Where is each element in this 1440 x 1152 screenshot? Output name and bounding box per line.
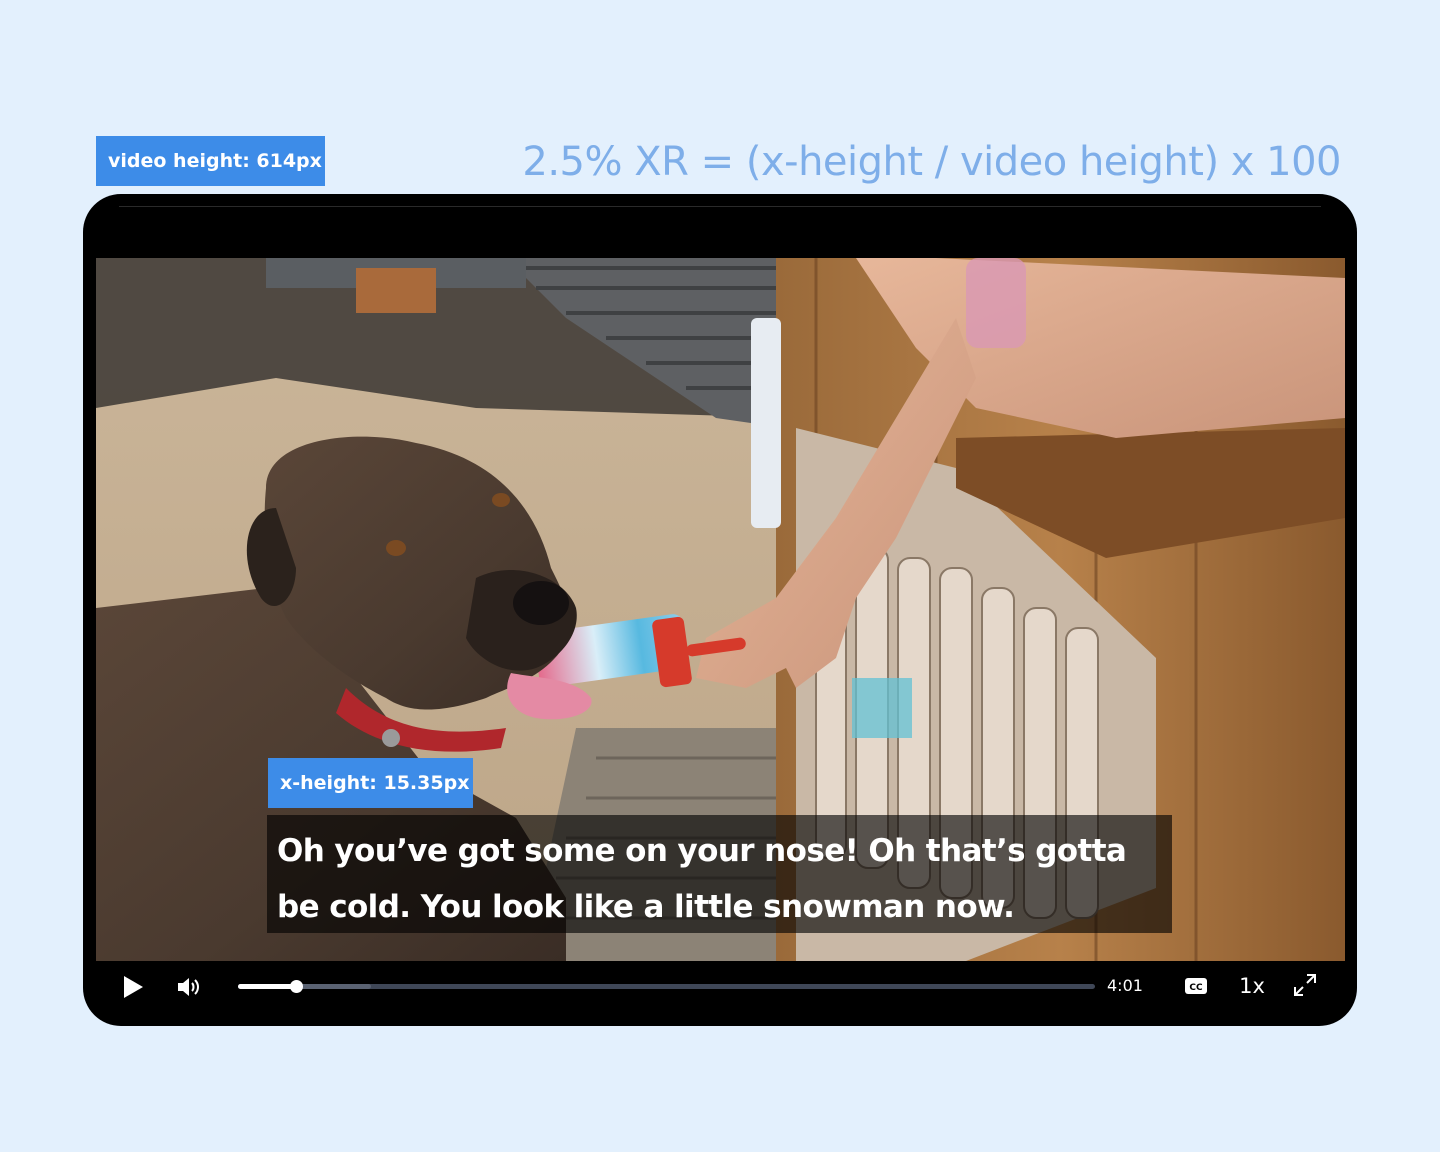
video-height-label: video height: 614px xyxy=(96,136,325,186)
play-button[interactable] xyxy=(119,973,147,1001)
play-icon xyxy=(124,976,143,998)
playback-speed-button[interactable]: 1x xyxy=(1234,971,1270,1001)
progress-bar[interactable] xyxy=(238,980,1095,993)
player-controls: 4:01 CC 1x xyxy=(83,961,1357,1026)
player-top-divider xyxy=(119,206,1321,207)
progress-played xyxy=(238,984,297,989)
closed-captions-button[interactable]: CC xyxy=(1183,975,1209,997)
volume-icon xyxy=(178,978,199,996)
caption-box: Oh you’ve got some on your nose! Oh that… xyxy=(267,815,1172,933)
x-height-label: x-height: 15.35px xyxy=(268,758,473,808)
fullscreen-icon xyxy=(1294,974,1316,996)
fullscreen-button[interactable] xyxy=(1291,971,1319,999)
time-display: 4:01 xyxy=(1107,976,1143,995)
caption-text: Oh you’ve got some on your nose! Oh that… xyxy=(277,833,1127,925)
xr-formula: 2.5% XR = (x-height / video height) x 10… xyxy=(522,139,1341,185)
progress-scrubber-handle[interactable] xyxy=(290,980,304,993)
closed-captions-label: CC xyxy=(1189,983,1203,993)
closed-captions-icon: CC xyxy=(1185,978,1207,994)
volume-button[interactable] xyxy=(175,973,205,1001)
